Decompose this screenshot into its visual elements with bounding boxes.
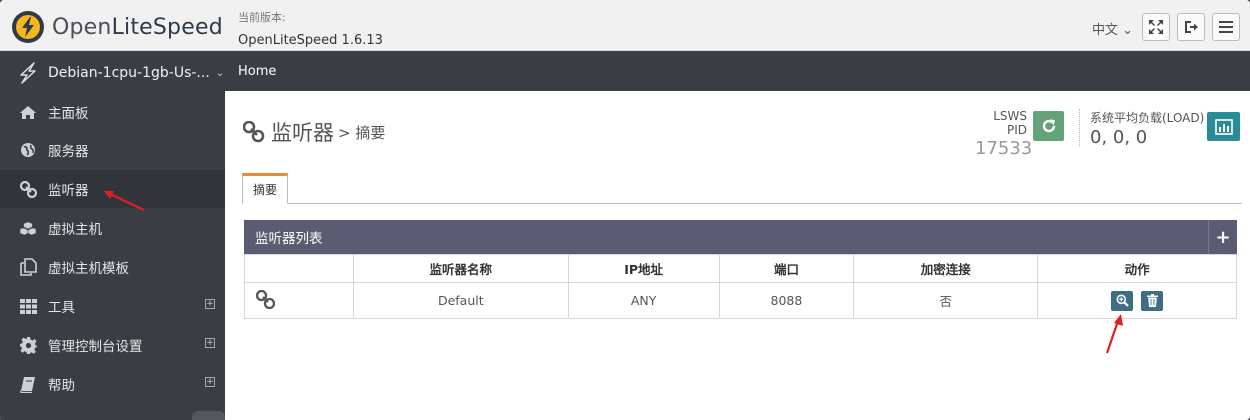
ip-cell: ANY: [567, 282, 720, 319]
listener-panel: 监听器列表 + 监听器名称 IP地址 端口 加密连接 动作 Default AN…: [244, 220, 1237, 319]
server-select[interactable]: Debian-1cpu-1gb-Us-... ⌄: [18, 62, 224, 84]
lightning-logo-icon: [12, 11, 44, 43]
language-label: 中文: [1092, 23, 1119, 38]
sidebar-item-label: 帮助: [48, 378, 75, 394]
divider: [1079, 109, 1080, 147]
actions-cell: [1037, 282, 1237, 319]
sidebar-item-listeners[interactable]: 监听器: [0, 170, 225, 208]
tab-summary[interactable]: 摘要: [242, 173, 288, 204]
version-info: 当前版本: OpenLiteSpeed 1.6.13: [238, 9, 383, 48]
secure-cell: 否: [853, 282, 1039, 319]
home-icon: [19, 105, 37, 120]
copy-icon: [19, 258, 37, 276]
link-icon: [243, 121, 265, 143]
expand-icon[interactable]: +: [205, 299, 215, 309]
logo-prefix: Open: [52, 14, 112, 40]
column-header: 动作: [1037, 254, 1237, 283]
listener-name-cell[interactable]: Default: [352, 282, 569, 319]
load-value: 0, 0, 0: [1090, 127, 1148, 148]
sidebar-item-label: 虚拟主机: [48, 222, 102, 238]
column-header: 端口: [718, 254, 855, 283]
globe-icon: [19, 142, 37, 158]
chevron-down-icon: ⌄: [215, 67, 225, 79]
sidebar: 主面板 服务器 监听器 虚拟主机 虚拟主机模板 工具 + 管理控制台设置 + 帮…: [0, 91, 225, 420]
logout-button[interactable]: [1177, 13, 1205, 41]
panel-title: 监听器列表: [255, 231, 323, 247]
cubes-icon: [19, 220, 37, 237]
fullscreen-button[interactable]: [1142, 13, 1170, 41]
grid-icon: [19, 298, 37, 314]
logo[interactable]: OpenLiteSpeed: [12, 11, 223, 43]
version-label: 当前版本:: [238, 11, 286, 24]
sidebar-item-label: 工具: [48, 300, 75, 316]
sidebar-item-server[interactable]: 服务器: [0, 131, 225, 169]
lightning-icon: [20, 62, 36, 84]
add-listener-button[interactable]: +: [1208, 220, 1237, 254]
fullscreen-icon: [1149, 20, 1163, 34]
sidebar-scroll-handle[interactable]: [192, 411, 225, 420]
sidebar-item-label: 虚拟主机模板: [48, 261, 129, 277]
restart-button[interactable]: [1033, 111, 1064, 141]
logo-brand: LiteSpeed: [111, 14, 223, 40]
logo-text: OpenLiteSpeed: [52, 15, 223, 40]
server-name: Debian-1cpu-1gb-Us-...: [48, 65, 210, 81]
pid-value: 17533: [975, 138, 1033, 159]
breadcrumb-home[interactable]: Home: [238, 64, 276, 79]
sidebar-item-virtual-hosts[interactable]: 虚拟主机: [0, 209, 225, 247]
menu-button[interactable]: [1212, 13, 1240, 41]
row-icon-cell: [244, 282, 354, 319]
listener-table: 监听器名称 IP地址 端口 加密连接 动作 Default ANY 8088 否: [244, 254, 1237, 319]
version-value: OpenLiteSpeed 1.6.13: [238, 33, 383, 48]
panel-header: 监听器列表 +: [244, 220, 1237, 254]
sidebar-item-dashboard[interactable]: 主面板: [0, 93, 225, 131]
main-content: 监听器 > 摘要 LSWS PID 17533 系统平均负载(LOAD) 0, …: [225, 91, 1250, 420]
column-header: IP地址: [567, 254, 720, 283]
sidebar-item-admin-settings[interactable]: 管理控制台设置 +: [0, 326, 225, 364]
tab-divider: [242, 203, 1242, 204]
table-row: Default ANY 8088 否: [244, 282, 1237, 319]
expand-icon[interactable]: +: [205, 338, 215, 348]
bar-chart-icon: [1214, 118, 1233, 135]
sidebar-item-label: 管理控制台设置: [48, 339, 143, 355]
zoom-in-icon: [1116, 294, 1129, 307]
view-button[interactable]: [1111, 290, 1134, 311]
table-header-row: 监听器名称 IP地址 端口 加密连接 动作: [244, 254, 1237, 283]
logout-icon: [1185, 21, 1198, 33]
chevron-down-icon: ⌄: [1122, 23, 1134, 38]
refresh-icon: [1042, 119, 1055, 133]
sidebar-item-vhost-templates[interactable]: 虚拟主机模板: [0, 248, 225, 286]
sidebar-item-label: 服务器: [48, 144, 89, 160]
sidebar-item-help[interactable]: 帮助 +: [0, 365, 225, 403]
menu-icon: [1219, 21, 1233, 33]
stats-chart-button[interactable]: [1207, 112, 1240, 141]
trash-icon: [1146, 294, 1158, 307]
page-title-text: 监听器: [271, 121, 334, 145]
sidebar-item-label: 主面板: [48, 106, 89, 122]
port-cell: 8088: [718, 282, 855, 319]
book-icon: [19, 376, 37, 393]
link-icon: [19, 180, 37, 198]
load-label: 系统平均负载(LOAD): [1090, 111, 1205, 125]
app-window: OpenLiteSpeed 当前版本: OpenLiteSpeed 1.6.13…: [0, 0, 1250, 420]
link-icon: [255, 289, 276, 309]
top-navbar: Debian-1cpu-1gb-Us-... ⌄ Home: [0, 51, 1250, 91]
load-display: 系统平均负载(LOAD) 0, 0, 0: [1090, 109, 1204, 148]
sidebar-item-label: 监听器: [48, 183, 89, 199]
language-select[interactable]: 中文 ⌄: [1092, 19, 1133, 38]
top-header: OpenLiteSpeed 当前版本: OpenLiteSpeed 1.6.13…: [0, 0, 1250, 51]
gear-icon: [19, 336, 37, 354]
column-header: 加密连接: [853, 254, 1039, 283]
column-header: [244, 254, 354, 283]
delete-button[interactable]: [1141, 290, 1164, 311]
page-subtitle: > 摘要: [338, 123, 386, 142]
page-title: 监听器 > 摘要: [243, 117, 385, 147]
pid-display: LSWS PID 17533: [975, 109, 1033, 159]
expand-icon[interactable]: +: [205, 377, 215, 387]
column-header: 监听器名称: [352, 254, 569, 283]
pid-label: LSWS PID: [993, 109, 1027, 137]
sidebar-item-tools[interactable]: 工具 +: [0, 287, 225, 325]
